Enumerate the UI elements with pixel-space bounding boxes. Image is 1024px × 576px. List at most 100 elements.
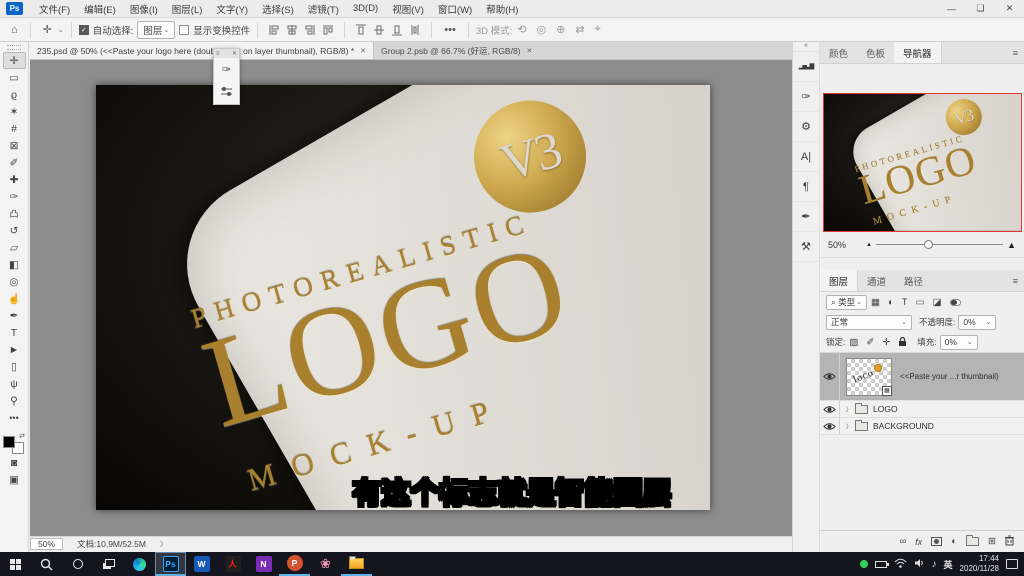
opacity-field[interactable]: 0% ⌄: [958, 314, 997, 330]
layer-row-logo-group[interactable]: 〉 LOGO: [820, 401, 1024, 418]
visibility-eye-icon[interactable]: [820, 418, 840, 434]
layer-name[interactable]: LOGO: [873, 404, 898, 414]
close-tab-icon[interactable]: ✕: [360, 47, 366, 55]
zoom-level-field[interactable]: 50%: [30, 537, 64, 550]
dodge-tool[interactable]: ◎: [3, 273, 26, 290]
layer-name[interactable]: <<Paste your ...r thumbnail): [900, 372, 999, 381]
home-icon[interactable]: ⌂: [6, 24, 23, 36]
swap-colors-icon[interactable]: ⇄: [19, 432, 25, 440]
menu-view[interactable]: 视图(V): [385, 2, 431, 16]
screen-mode-icon[interactable]: ▣: [3, 471, 26, 488]
quick-mask-icon[interactable]: ◙: [3, 454, 26, 471]
input-language-indicator[interactable]: 英: [944, 558, 953, 571]
adjustment-layer-filter-icon[interactable]: ◐: [888, 297, 894, 308]
gradient-tool[interactable]: ◧: [3, 256, 26, 273]
marquee-tool[interactable]: ▭: [3, 69, 26, 86]
new-layer-icon[interactable]: ⊞: [988, 536, 996, 547]
properties-icon[interactable]: ⚙: [793, 112, 819, 142]
eraser-tool[interactable]: ▱: [3, 239, 26, 256]
tab-navigator[interactable]: 导航器: [894, 42, 942, 63]
close-tab-icon[interactable]: ✕: [527, 47, 533, 55]
move-tool-preset-icon[interactable]: ✛: [38, 23, 57, 36]
add-mask-icon[interactable]: [931, 537, 943, 546]
fill-field[interactable]: 0% ⌄: [939, 334, 978, 350]
taskbar-flower-app-icon[interactable]: ❀: [310, 552, 341, 576]
materials-panel-icon[interactable]: ⚒: [793, 232, 819, 262]
menu-file[interactable]: 文件(F): [32, 2, 77, 16]
menu-select[interactable]: 选择(S): [255, 2, 301, 16]
sliders-icon[interactable]: [214, 80, 239, 102]
type-layer-filter-icon[interactable]: T: [902, 297, 908, 308]
zoom-out-icon[interactable]: ▲: [866, 242, 872, 248]
3d-rotate-icon[interactable]: ⟲: [512, 23, 531, 36]
histogram-icon[interactable]: ▂▅▃▇: [793, 52, 819, 82]
lock-paint-icon[interactable]: ✐: [866, 337, 874, 348]
filter-toggle-switch[interactable]: [949, 298, 961, 306]
navigator-preview[interactable]: V3 PHOTOREALISTIC LOGO M O C K - U P: [822, 93, 1022, 232]
align-right-icon[interactable]: [304, 24, 316, 36]
show-transform-checkbox[interactable]: [179, 24, 190, 35]
paragraph-panel-icon[interactable]: ¶: [793, 172, 819, 202]
frame-tool[interactable]: ⊠: [3, 137, 26, 154]
layer-name[interactable]: BACKGROUND: [873, 421, 934, 431]
move-tool[interactable]: ✛: [2, 52, 26, 69]
distribute-bottom-icon[interactable]: [391, 24, 403, 36]
type-tool[interactable]: T: [3, 324, 26, 341]
lock-all-icon[interactable]: [898, 337, 907, 347]
magic-wand-tool[interactable]: ✶: [3, 103, 26, 120]
tab-paths[interactable]: 路径: [895, 270, 932, 291]
brush-panel-icon[interactable]: ✒: [793, 202, 819, 232]
navigator-zoom-field[interactable]: 50%: [828, 240, 862, 250]
tab-layers[interactable]: 图层: [820, 270, 859, 291]
collapse-panels-icon[interactable]: «: [793, 42, 819, 52]
character-panel-icon[interactable]: A|: [793, 142, 819, 172]
distribute-vertical-icon[interactable]: [409, 24, 421, 36]
taskbar-explorer-icon[interactable]: [341, 552, 372, 576]
distribute-middle-icon[interactable]: [373, 24, 385, 36]
lock-position-icon[interactable]: ✛: [882, 337, 890, 348]
taskbar-word-icon[interactable]: W: [186, 552, 217, 576]
panel-menu-icon[interactable]: ≡: [1013, 276, 1018, 286]
start-button[interactable]: [0, 552, 31, 576]
smudge-tool[interactable]: ☝: [3, 290, 26, 307]
layer-filter-dropdown[interactable]: ⌕ 类型 ⌄: [826, 294, 868, 310]
3d-scale-icon[interactable]: ⌖: [590, 23, 606, 36]
wifi-icon[interactable]: [894, 558, 907, 570]
foreground-color-swatch[interactable]: [3, 436, 15, 448]
menu-window[interactable]: 窗口(W): [431, 2, 479, 16]
brush-tool[interactable]: ✑: [3, 188, 26, 205]
align-center-horizontal-icon[interactable]: [286, 24, 298, 36]
tab-channels[interactable]: 通道: [858, 270, 895, 291]
menu-filter[interactable]: 滤镜(T): [301, 2, 346, 16]
auto-select-checkbox[interactable]: ✓: [78, 24, 89, 35]
taskbar-acrobat-icon[interactable]: 人: [217, 552, 248, 576]
pen-tool[interactable]: ✒: [3, 307, 26, 324]
action-center-icon[interactable]: [1006, 559, 1018, 569]
tab-color[interactable]: 颜色: [820, 42, 857, 63]
eyedropper-tool[interactable]: ✐: [3, 154, 26, 171]
brush-settings-icon[interactable]: ✑: [793, 82, 819, 112]
align-top-icon[interactable]: [322, 24, 334, 36]
taskbar-clock[interactable]: 17:44 2020/11/28: [960, 554, 999, 573]
layer-style-icon[interactable]: fx: [915, 537, 922, 547]
menu-layer[interactable]: 图层(L): [165, 2, 210, 16]
lock-transparency-icon[interactable]: ▨: [849, 337, 858, 348]
mixer-brush-icon[interactable]: ✑: [214, 58, 239, 80]
battery-icon[interactable]: [874, 560, 889, 568]
distribute-top-icon[interactable]: [355, 24, 367, 36]
navigator-zoom-slider[interactable]: [875, 240, 1004, 249]
slider-thumb[interactable]: [924, 240, 934, 249]
hand-tool[interactable]: ψ: [3, 375, 26, 392]
more-options-icon[interactable]: •••: [439, 24, 461, 36]
lasso-tool[interactable]: ϱ: [3, 86, 26, 103]
smart-object-filter-icon[interactable]: ◪: [933, 297, 942, 308]
visibility-eye-icon[interactable]: [820, 401, 840, 417]
zoom-in-icon[interactable]: ▲: [1007, 240, 1016, 250]
menu-3d[interactable]: 3D(D): [346, 3, 385, 14]
toolbox-grip[interactable]: [7, 45, 21, 50]
adjustment-layer-icon[interactable]: ◐: [951, 536, 957, 547]
edit-toolbar-icon[interactable]: •••: [3, 409, 26, 426]
taskbar-onenote-icon[interactable]: N: [248, 552, 279, 576]
layer-row-smart-object[interactable]: loco ▦ <<Paste your ...r thumbnail): [820, 353, 1024, 401]
clone-stamp-tool[interactable]: 凸: [3, 205, 26, 222]
